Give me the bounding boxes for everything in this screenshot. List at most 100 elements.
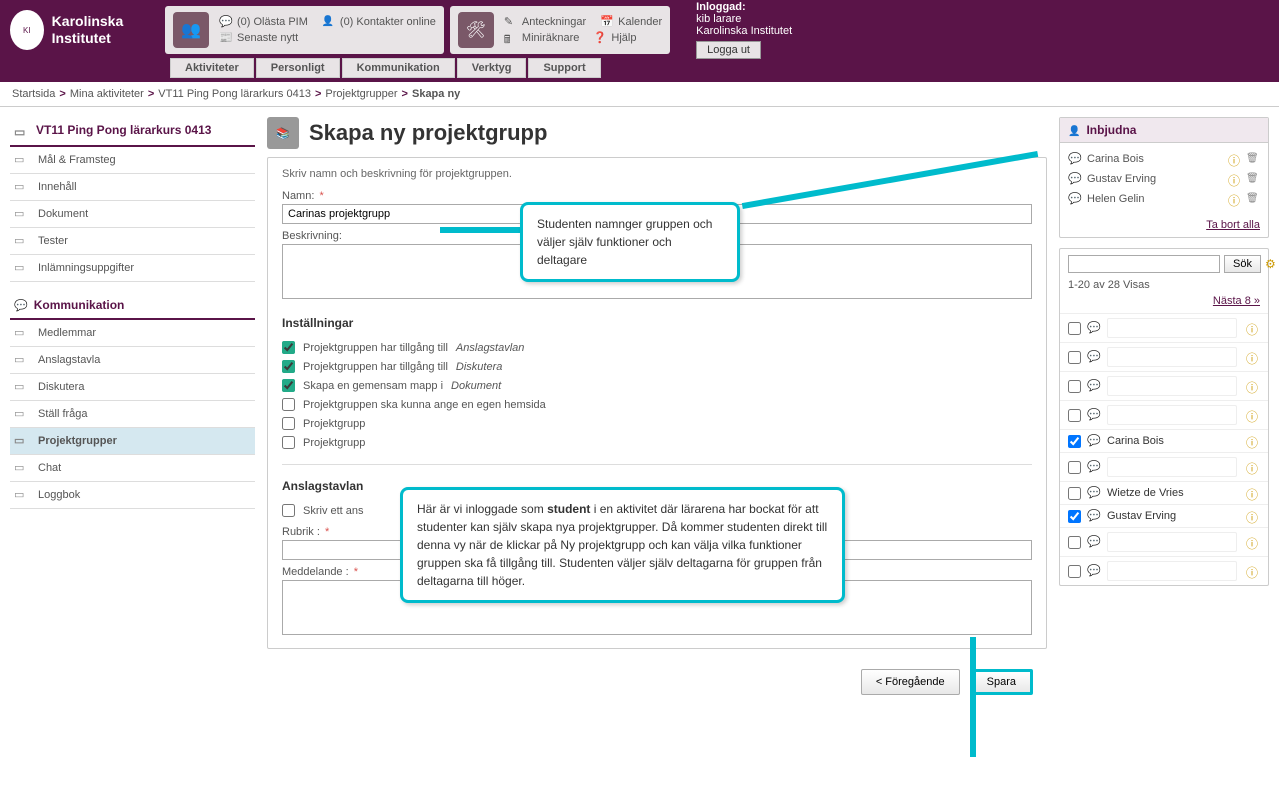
annotation-2: Här är vi inloggade som student i en akt… <box>400 487 845 603</box>
info-icon[interactable] <box>1246 321 1260 335</box>
latest-news-link[interactable]: 📰Senaste nytt <box>219 31 298 45</box>
item-icon <box>14 407 30 421</box>
setting-row: Projektgruppen har tillgång till Diskute… <box>282 357 1032 376</box>
breadcrumb-link[interactable]: Mina aktiviteter <box>70 88 144 100</box>
main-tabs: AktiviteterPersonligtKommunikationVerkty… <box>0 58 1279 82</box>
item-icon <box>14 234 30 248</box>
info-icon[interactable] <box>1246 564 1260 578</box>
user-checkbox[interactable] <box>1068 461 1081 474</box>
sidebar-item-label: Anslagstavla <box>38 354 100 366</box>
setting-checkbox[interactable] <box>282 379 295 392</box>
user-checkbox[interactable] <box>1068 510 1081 523</box>
info-icon[interactable] <box>1228 152 1242 166</box>
status-icon <box>1087 486 1101 500</box>
trash-icon[interactable] <box>1246 152 1260 166</box>
sidebar-item-st-ll-fr-ga[interactable]: Ställ fråga <box>10 401 255 428</box>
help-link[interactable]: ❓Hjälp <box>593 31 636 45</box>
tab-kommunikation[interactable]: Kommunikation <box>342 58 455 78</box>
user-checkbox[interactable] <box>1068 322 1081 335</box>
notes-link[interactable]: ✎Anteckningar <box>504 15 586 29</box>
contacts-online-link[interactable]: (0) Kontakter online <box>322 15 436 29</box>
contacts-icon[interactable]: 👥 <box>173 12 209 48</box>
course-header: VT11 Ping Pong lärarkurs 0413 <box>10 117 255 147</box>
user-row <box>1060 556 1268 585</box>
invited-name: Helen Gelin <box>1087 193 1144 205</box>
setting-checkbox[interactable] <box>282 360 295 373</box>
info-icon[interactable] <box>1246 460 1260 474</box>
user-checkbox[interactable] <box>1068 565 1081 578</box>
trash-icon[interactable] <box>1246 172 1260 186</box>
user-checkbox[interactable] <box>1068 536 1081 549</box>
sidebar-item-projektgrupper[interactable]: Projektgrupper <box>10 428 255 455</box>
user-placeholder <box>1107 532 1237 552</box>
setting-checkbox[interactable] <box>282 398 295 411</box>
setting-checkbox[interactable] <box>282 341 295 354</box>
sidebar-item-medlemmar[interactable]: Medlemmar <box>10 320 255 347</box>
user-checkbox[interactable] <box>1068 435 1081 448</box>
sidebar-item-chat[interactable]: Chat <box>10 455 255 482</box>
calendar-link[interactable]: 📅Kalender <box>600 15 662 29</box>
info-icon[interactable] <box>1246 486 1260 500</box>
breadcrumb: Startsida>Mina aktiviteter>VT11 Ping Pon… <box>0 82 1279 107</box>
user-checkbox[interactable] <box>1068 409 1081 422</box>
status-icon <box>1068 172 1082 186</box>
trash-icon[interactable] <box>1246 192 1260 206</box>
next-page-link[interactable]: Nästa 8 » <box>1060 295 1268 313</box>
info-icon[interactable] <box>1246 350 1260 364</box>
info-icon[interactable] <box>1246 509 1260 523</box>
search-button[interactable]: Sök <box>1224 255 1261 273</box>
sidebar-item-m-l-framsteg[interactable]: Mål & Framsteg <box>10 147 255 174</box>
status-icon <box>1087 408 1101 422</box>
gear-icon[interactable] <box>1265 257 1276 271</box>
setting-checkbox[interactable] <box>282 417 295 430</box>
breadcrumb-link[interactable]: VT11 Ping Pong lärarkurs 0413 <box>158 88 311 100</box>
user-checkbox[interactable] <box>1068 380 1081 393</box>
save-button[interactable]: Spara <box>970 669 1033 695</box>
tab-personligt[interactable]: Personligt <box>256 58 340 78</box>
info-icon[interactable] <box>1228 172 1242 186</box>
info-icon[interactable] <box>1228 192 1242 206</box>
setting-checkbox[interactable] <box>282 436 295 449</box>
item-icon <box>14 353 30 367</box>
prev-button[interactable]: < Föregående <box>861 669 960 695</box>
invited-heading: Inbjudna <box>1060 118 1268 143</box>
invited-row: Carina Bois <box>1068 149 1260 169</box>
setting-row: Projektgrupp <box>282 433 1032 452</box>
user-checkbox[interactable] <box>1068 351 1081 364</box>
calculator-link[interactable]: 🖩Miniräknare <box>504 31 579 45</box>
tab-aktiviteter[interactable]: Aktiviteter <box>170 58 254 78</box>
sidebar-item-diskutera[interactable]: Diskutera <box>10 374 255 401</box>
breadcrumb-link[interactable]: Startsida <box>12 88 55 100</box>
remove-all-link[interactable]: Ta bort alla <box>1060 215 1268 237</box>
tab-verktyg[interactable]: Verktyg <box>457 58 527 78</box>
unread-pim-link[interactable]: (0) Olästa PIM <box>219 15 308 29</box>
sidebar-item-dokument[interactable]: Dokument <box>10 201 255 228</box>
logo-seal-icon: KI <box>10 10 44 50</box>
chat-icon <box>14 298 28 312</box>
user-checkbox[interactable] <box>1068 487 1081 500</box>
breadcrumb-link[interactable]: Projektgrupper <box>325 88 397 100</box>
breadcrumb-current: Skapa ny <box>412 88 460 100</box>
invited-name: Carina Bois <box>1087 153 1144 165</box>
tab-support[interactable]: Support <box>528 58 600 78</box>
search-input[interactable] <box>1068 255 1220 273</box>
info-icon[interactable] <box>1246 535 1260 549</box>
sidebar-item-inneh-ll[interactable]: Innehåll <box>10 174 255 201</box>
sidebar-item-loggbok[interactable]: Loggbok <box>10 482 255 509</box>
tools-icon[interactable]: 🛠 <box>458 12 494 48</box>
sidebar-item-inl-mningsuppgifter[interactable]: Inlämningsuppgifter <box>10 255 255 282</box>
anslag-write-checkbox[interactable] <box>282 504 295 517</box>
info-icon[interactable] <box>1246 434 1260 448</box>
status-icon <box>1087 535 1101 549</box>
sidebar-item-anslagstavla[interactable]: Anslagstavla <box>10 347 255 374</box>
info-icon[interactable] <box>1246 379 1260 393</box>
sidebar-item-tester[interactable]: Tester <box>10 228 255 255</box>
invited-row: Helen Gelin <box>1068 189 1260 209</box>
sidebar-item-label: Inlämningsuppgifter <box>38 262 134 274</box>
sidebar-item-label: Dokument <box>38 208 88 220</box>
info-icon[interactable] <box>1246 408 1260 422</box>
news-icon: 📰 <box>219 31 233 45</box>
search-panel: Sök 1-20 av 28 Visas Nästa 8 » Carina Bo… <box>1059 248 1269 586</box>
status-icon <box>1087 509 1101 523</box>
logout-button[interactable]: Logga ut <box>696 41 761 59</box>
